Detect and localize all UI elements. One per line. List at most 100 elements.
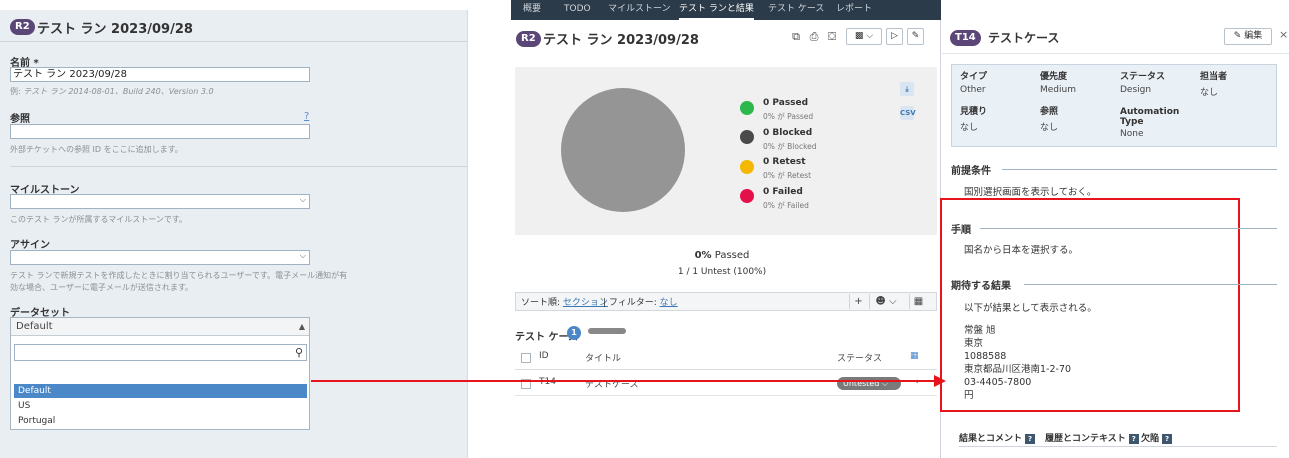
dataset-option[interactable]: Portugal — [14, 414, 307, 428]
legend-dot-failed — [740, 189, 754, 203]
legend-dot-retest — [740, 160, 754, 174]
tab-runs-results[interactable]: テスト ランと結果 — [679, 0, 754, 20]
steps-title: 手順 — [951, 225, 971, 236]
assign-label: アサイン — [10, 240, 50, 251]
columns-icon[interactable]: ▦ — [910, 351, 919, 361]
dataset-current-value: Default — [16, 321, 53, 332]
column-title[interactable]: タイトル — [585, 351, 621, 364]
select-all-checkbox[interactable] — [521, 353, 531, 363]
divider — [10, 166, 468, 167]
chevron-down-icon: ⌵ — [299, 251, 306, 260]
column-id[interactable]: ID — [539, 351, 549, 361]
tab-reports[interactable]: レポート — [836, 0, 872, 20]
chevron-up-icon: ▲ — [298, 322, 305, 331]
edit-icon: ✎ — [1233, 31, 1242, 41]
divider — [1002, 169, 1277, 170]
export-icon[interactable]: ⧉ — [789, 30, 803, 44]
expected-intro: 以下が結果として表示される。 — [964, 303, 1097, 314]
legend-retest: 0 Retest — [763, 157, 806, 167]
print-icon[interactable]: ⎙ — [807, 30, 821, 44]
prop-automation-label-2: Type — [1120, 117, 1144, 127]
download-chart-icon[interactable]: ⤓ — [900, 82, 914, 96]
row-id: T14 — [539, 377, 556, 387]
dataset-search-input[interactable]: ⚲ — [14, 344, 307, 361]
prop-estimate-value: なし — [960, 123, 979, 133]
run-view: R2 テスト ラン 2023/09/28 ⧉ ⎙ ⛋ ▩ ⌵ ▷ ✎ 0 Pas… — [511, 20, 941, 458]
tab-history-context[interactable]: 履歴とコンテキスト? — [1045, 431, 1139, 444]
dataset-current[interactable]: Default ▲ — [11, 318, 309, 336]
tab-defects[interactable]: 欠陥? — [1141, 431, 1173, 444]
run-chart-area: 0 Passed 0% が Passed 0 Blocked 0% が Bloc… — [515, 67, 937, 235]
columns-icon[interactable]: ▦ — [909, 294, 927, 309]
legend-failed-pct: 0% が Failed — [763, 201, 809, 210]
run-header: R2 テスト ラン 2023/09/28 ⧉ ⎙ ⛋ ▩ ⌵ ▷ ✎ — [511, 20, 941, 55]
lock-icon[interactable]: ⛋ — [825, 30, 839, 44]
test-cases-count: 1 — [567, 326, 581, 340]
assign-hint-line2: 効な場合、ユーザーに電子メールが送信されます。 — [10, 283, 194, 292]
prop-type-value: Other — [960, 85, 986, 95]
play-icon[interactable]: ▷ — [886, 28, 903, 45]
prop-type-label: タイプ — [960, 72, 988, 82]
divider — [1024, 284, 1277, 285]
expected-line: 東京 — [964, 338, 984, 349]
name-hint: 例: テスト ラン 2014-08-01、Build 240、Version 3… — [10, 87, 214, 96]
prop-priority-label: 優先度 — [1040, 72, 1068, 82]
properties-box: タイプ Other 優先度 Medium ステータス Design 担当者 なし… — [951, 64, 1277, 147]
add-icon[interactable]: + — [849, 294, 867, 309]
preconditions-title: 前提条件 — [951, 166, 991, 177]
test-detail-panel: T14 テストケース ✎ 編集 × タイプ Other 優先度 Medium ス… — [940, 20, 1289, 458]
legend-failed: 0 Failed — [763, 187, 803, 197]
legend-blocked: 0 Blocked — [763, 128, 813, 138]
row-checkbox[interactable] — [521, 379, 531, 389]
summary-count: 1 / 1 Untest (100%) — [677, 267, 767, 277]
run-badge: R2 — [516, 31, 541, 47]
prop-status-value: Design — [1120, 85, 1152, 95]
assign-hint-line1: テスト ランで新規テストを作成したときに割り当てられるユーザーです。電子メール通… — [10, 271, 348, 280]
name-input[interactable]: テスト ラン 2023/09/28 — [10, 67, 310, 82]
tab-test-cases[interactable]: テスト ケース — [768, 0, 824, 20]
dataset-dropdown[interactable]: Default ▲ ⚲ Default US Portugal — [10, 317, 310, 430]
assign-user-icon[interactable]: ☻ ⌵ — [869, 294, 902, 309]
prop-owner-value: なし — [1200, 88, 1219, 98]
dataset-option[interactable]: US — [14, 399, 307, 413]
column-status[interactable]: ステータス — [837, 351, 882, 364]
tab-overview[interactable]: 概要 — [523, 0, 541, 20]
expected-line: 円 — [964, 390, 974, 401]
chevron-left-icon[interactable]: ‹ — [915, 377, 919, 387]
reference-input[interactable] — [10, 124, 310, 139]
status-badge[interactable]: Untested ⌵ — [837, 377, 901, 390]
csv-export-icon[interactable]: CSV — [900, 106, 916, 120]
tab-todo[interactable]: TODO — [564, 0, 591, 20]
tab-milestones[interactable]: マイルストーン — [608, 0, 671, 20]
filter-control[interactable]: | フィルター: なし — [603, 295, 678, 308]
legend-passed-pct: 0% が Passed — [763, 112, 814, 121]
pie-slice-untested — [561, 88, 685, 212]
legend-retest-pct: 0% が Retest — [763, 171, 812, 180]
test-badge: T14 — [950, 30, 981, 46]
detail-title: テストケース — [988, 31, 1060, 45]
row-title[interactable]: テストケース — [585, 377, 639, 390]
tab-results-comments[interactable]: 結果とコメント? — [959, 431, 1036, 444]
edit-button[interactable]: ✎ 編集 — [1224, 28, 1272, 45]
run-badge: R2 — [10, 19, 35, 35]
table-header: ID タイトル ステータス ▦ — [515, 346, 937, 370]
prop-status-label: ステータス — [1120, 72, 1166, 82]
close-icon[interactable]: × — [1279, 28, 1288, 41]
milestone-select[interactable]: ⌵ — [10, 194, 310, 209]
expected-title: 期待する結果 — [951, 281, 1011, 292]
chart-menu-button[interactable]: ▩ ⌵ — [846, 28, 882, 45]
assign-select[interactable]: ⌵ — [10, 250, 310, 265]
expected-line: 1088588 — [964, 351, 1007, 362]
reference-help-icon[interactable]: ? — [304, 111, 309, 122]
table-row[interactable]: T14 テストケース Untested ⌵ ‹ — [515, 372, 937, 396]
prop-automation-label: Automation — [1120, 107, 1180, 117]
help-icon: ? — [1128, 434, 1139, 444]
sort-filter-bar: ソート順: セクション | フィルター: なし + ☻ ⌵ ▦ — [515, 292, 937, 311]
sort-control[interactable]: ソート順: セクション — [521, 295, 608, 308]
prop-automation-value: None — [1120, 129, 1144, 139]
prop-reference-label: 参照 — [1040, 107, 1059, 117]
reference-hint: 外部チケットへの参照 ID をここに追加します。 — [10, 145, 183, 154]
detail-header: T14 テストケース ✎ 編集 × — [942, 20, 1289, 54]
dataset-option[interactable]: Default — [14, 384, 307, 398]
edit-icon[interactable]: ✎ — [907, 28, 924, 45]
